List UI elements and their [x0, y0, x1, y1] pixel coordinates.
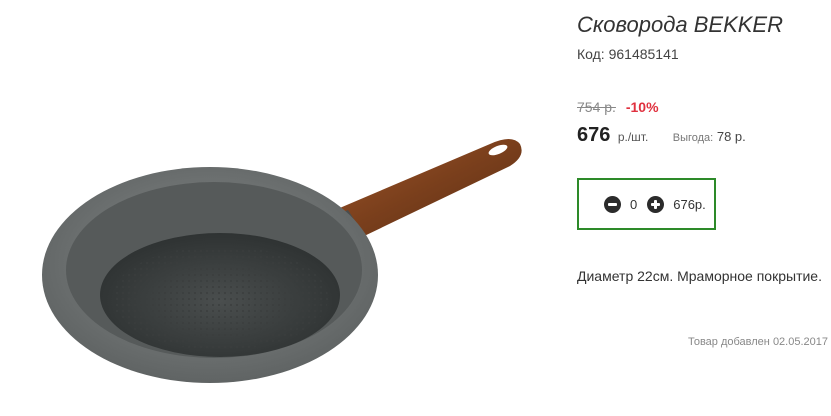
- savings-label: Выгода:: [672, 132, 714, 144]
- product-title: Сковорода BEKKER: [577, 12, 783, 37]
- product-info-panel: Сковорода BEKKER Код: 961485141 754 р. -…: [577, 0, 831, 416]
- price-row: 676 р./шт. Выгода: 78 р.: [577, 124, 746, 147]
- savings: Выгода: 78 р.: [673, 129, 746, 144]
- cart-total: 676р.: [673, 196, 706, 212]
- minus-circle-icon[interactable]: [604, 195, 621, 213]
- price-unit: р./шт.: [617, 130, 649, 144]
- product-code-value: 961485141: [608, 46, 679, 62]
- added-date: Товар добавлен 02.05.2017: [688, 336, 828, 348]
- product-image[interactable]: [30, 110, 560, 400]
- quantity-value: 0: [630, 196, 638, 212]
- product-code: Код: 961485141: [577, 46, 679, 62]
- savings-value: 78 р.: [716, 129, 746, 144]
- quantity-stepper: 0 676р.: [577, 178, 716, 230]
- added-date-value: 02.05.2017: [772, 336, 828, 348]
- discount-badge: -10%: [625, 99, 659, 115]
- frying-pan-illustration: [42, 139, 522, 383]
- product-description: Диаметр 22см. Мраморное покрытие.: [577, 268, 822, 284]
- old-price-row: 754 р. -10%: [577, 99, 659, 115]
- product-code-label: Код:: [577, 46, 605, 62]
- added-label: Товар добавлен: [687, 336, 770, 348]
- plus-circle-icon[interactable]: [647, 195, 665, 213]
- old-price: 754 р.: [577, 99, 616, 115]
- current-price: 676: [577, 124, 611, 146]
